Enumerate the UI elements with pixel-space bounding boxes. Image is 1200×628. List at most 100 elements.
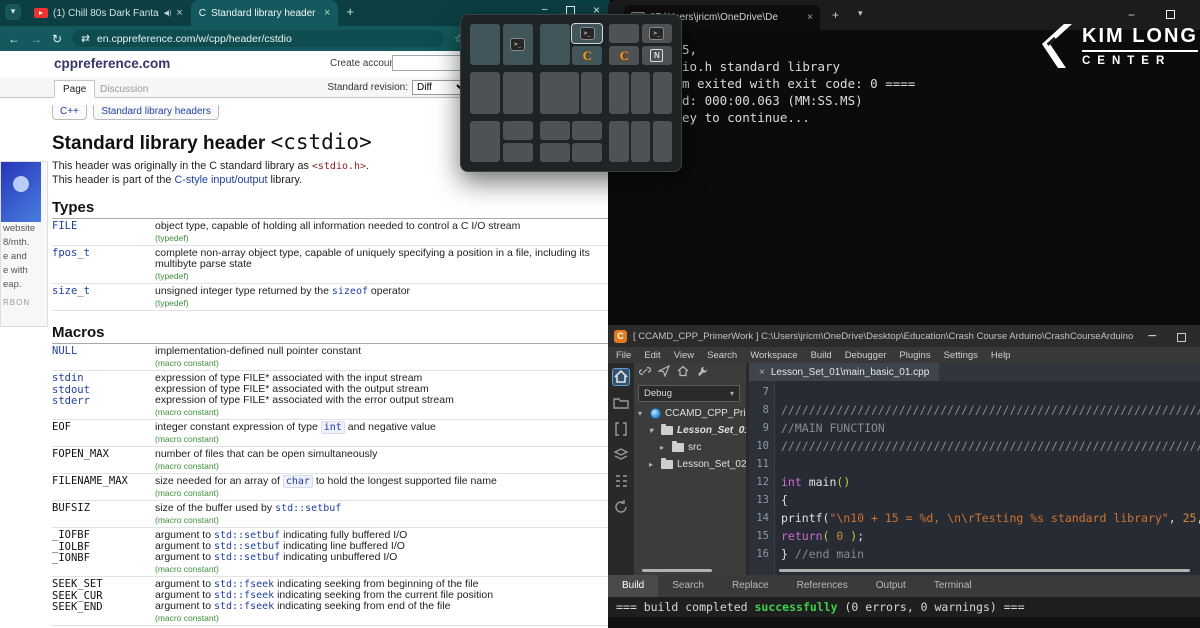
tab-menu-button[interactable]: ▾: [5, 4, 21, 20]
snap-layout-tile[interactable]: >_CN: [609, 24, 672, 65]
tree-expander-icon[interactable]: ▸: [649, 460, 657, 469]
refresh-panel-icon[interactable]: [613, 499, 629, 515]
tree-expander-icon[interactable]: ▾: [649, 426, 657, 435]
row-name-link[interactable]: FILE: [52, 221, 155, 233]
snap-zone[interactable]: [540, 143, 570, 162]
home-icon[interactable]: [613, 369, 629, 385]
tree-item[interactable]: ▸Lesson_Set_02: [634, 456, 746, 473]
snap-zone[interactable]: [653, 121, 672, 162]
inline-link[interactable]: std::fseek: [214, 579, 274, 590]
bottom-tab-search[interactable]: Search: [658, 575, 718, 597]
snap-zone[interactable]: [631, 72, 650, 113]
menu-workspace[interactable]: Workspace: [750, 350, 797, 361]
snap-zone[interactable]: >_: [572, 24, 602, 43]
bottom-tab-references[interactable]: References: [783, 575, 862, 597]
inline-link[interactable]: std::setbuf: [275, 503, 341, 514]
snap-zone[interactable]: [540, 24, 570, 65]
snap-zone[interactable]: [503, 143, 533, 162]
tree-item[interactable]: ▾Lesson_Set_01: [634, 422, 746, 439]
terminal-maximize-button[interactable]: [1166, 10, 1175, 19]
browser-tab[interactable]: CStandard library header <cstdi×: [191, 0, 339, 26]
terminal-minimize-button[interactable]: −: [1128, 8, 1135, 22]
url-bar[interactable]: ⇄ en.cppreference.com/w/cpp/header/cstdi…: [72, 30, 444, 47]
snap-zone[interactable]: [572, 121, 602, 140]
snap-zone[interactable]: C: [609, 46, 639, 65]
menu-build[interactable]: Build: [811, 350, 832, 361]
inline-link[interactable]: std::setbuf: [214, 552, 280, 563]
snap-zone[interactable]: [470, 121, 500, 162]
row-name-link[interactable]: stderr: [52, 396, 155, 408]
home-small-icon[interactable]: [677, 364, 689, 382]
snap-zone[interactable]: [470, 72, 500, 113]
tree-item[interactable]: ▸src: [634, 439, 746, 456]
snap-zone[interactable]: [540, 121, 570, 140]
inline-link[interactable]: std::setbuf: [214, 541, 280, 552]
snap-zone[interactable]: [503, 72, 533, 113]
tab-discussion[interactable]: Discussion: [100, 84, 148, 95]
snap-layout-tile[interactable]: [470, 72, 533, 113]
inline-link[interactable]: std::setbuf: [214, 530, 280, 541]
row-name-link[interactable]: size_t: [52, 286, 155, 298]
snap-zone[interactable]: [609, 24, 639, 43]
bottom-tab-replace[interactable]: Replace: [718, 575, 783, 597]
snap-zone[interactable]: [503, 121, 533, 140]
terminal-dropdown-icon[interactable]: ▾: [858, 8, 863, 19]
breadcrumb-cpp[interactable]: C++: [52, 105, 87, 120]
inline-link[interactable]: std::fseek: [214, 590, 274, 601]
code-editor[interactable]: 78910111213141516 //////////////////////…: [749, 381, 1200, 575]
folder-panel-icon[interactable]: [613, 395, 629, 411]
menu-help[interactable]: Help: [991, 350, 1011, 361]
row-name-link[interactable]: stdin: [52, 373, 155, 385]
snap-layout-tile[interactable]: [540, 121, 603, 162]
snap-zone[interactable]: [581, 72, 602, 113]
menu-file[interactable]: File: [616, 350, 631, 361]
snap-zone[interactable]: [572, 143, 602, 162]
new-tab-button[interactable]: +: [338, 0, 362, 26]
audio-speaker-icon[interactable]: ◀): [164, 9, 172, 17]
snap-zone[interactable]: [609, 72, 628, 113]
snap-layout-tile[interactable]: [540, 72, 603, 113]
terminal-tab-close-icon[interactable]: ×: [807, 12, 813, 23]
bottom-tab-output[interactable]: Output: [862, 575, 920, 597]
text-span[interactable]: int: [321, 421, 345, 434]
snap-zone[interactable]: C: [572, 46, 602, 65]
menu-settings[interactable]: Settings: [944, 350, 978, 361]
menu-plugins[interactable]: Plugins: [899, 350, 930, 361]
inline-link[interactable]: sizeof: [332, 286, 368, 297]
snap-layout-tile[interactable]: >_ C: [540, 24, 603, 65]
inline-link[interactable]: C-style input/output: [174, 174, 267, 186]
snap-zone[interactable]: [653, 72, 672, 113]
sidebar-ad[interactable]: website8/mth.e ande witheap. RBON: [0, 161, 48, 327]
terminal-new-tab-button[interactable]: +: [832, 8, 839, 22]
tree-expander-icon[interactable]: ▸: [660, 443, 668, 452]
snap-zone[interactable]: [631, 121, 650, 162]
snap-zone[interactable]: [540, 72, 579, 113]
build-config-select[interactable]: Debug▾: [638, 385, 740, 402]
site-info-icon[interactable]: ⇄: [81, 33, 90, 45]
snap-zone[interactable]: N: [642, 46, 672, 65]
snap-layout-tile[interactable]: [609, 121, 672, 162]
ide-maximize-button[interactable]: [1177, 333, 1186, 342]
bottom-tab-build[interactable]: Build: [608, 575, 658, 597]
inline-link[interactable]: std::fseek: [214, 601, 274, 612]
site-logo[interactable]: cppreference.com: [54, 56, 170, 71]
menu-edit[interactable]: Edit: [644, 350, 660, 361]
reload-icon[interactable]: ↻: [52, 32, 62, 46]
snap-zone[interactable]: [470, 24, 500, 65]
row-name-link[interactable]: fpos_t: [52, 248, 155, 260]
snap-layout-tile[interactable]: >_: [470, 24, 533, 65]
snap-zone[interactable]: >_: [642, 24, 672, 43]
send-icon[interactable]: [658, 364, 670, 382]
snap-zone[interactable]: >_: [503, 24, 533, 65]
forward-icon[interactable]: →: [30, 32, 42, 46]
back-icon[interactable]: ←: [8, 32, 20, 46]
row-name-link[interactable]: NULL: [52, 346, 155, 358]
create-account-link[interactable]: Create account: [330, 58, 398, 69]
menu-debugger[interactable]: Debugger: [845, 350, 887, 361]
snap-layout-tile[interactable]: [470, 121, 533, 162]
ide-minimize-button[interactable]: −: [1148, 328, 1157, 346]
editor-tab[interactable]: × Lesson_Set_01\main_basic_01.cpp: [749, 363, 939, 381]
wrench-icon[interactable]: [696, 364, 708, 382]
terminal-body[interactable]: 5,io.h standard librarym exited with exi…: [608, 30, 1200, 326]
text-span[interactable]: char: [283, 475, 313, 488]
